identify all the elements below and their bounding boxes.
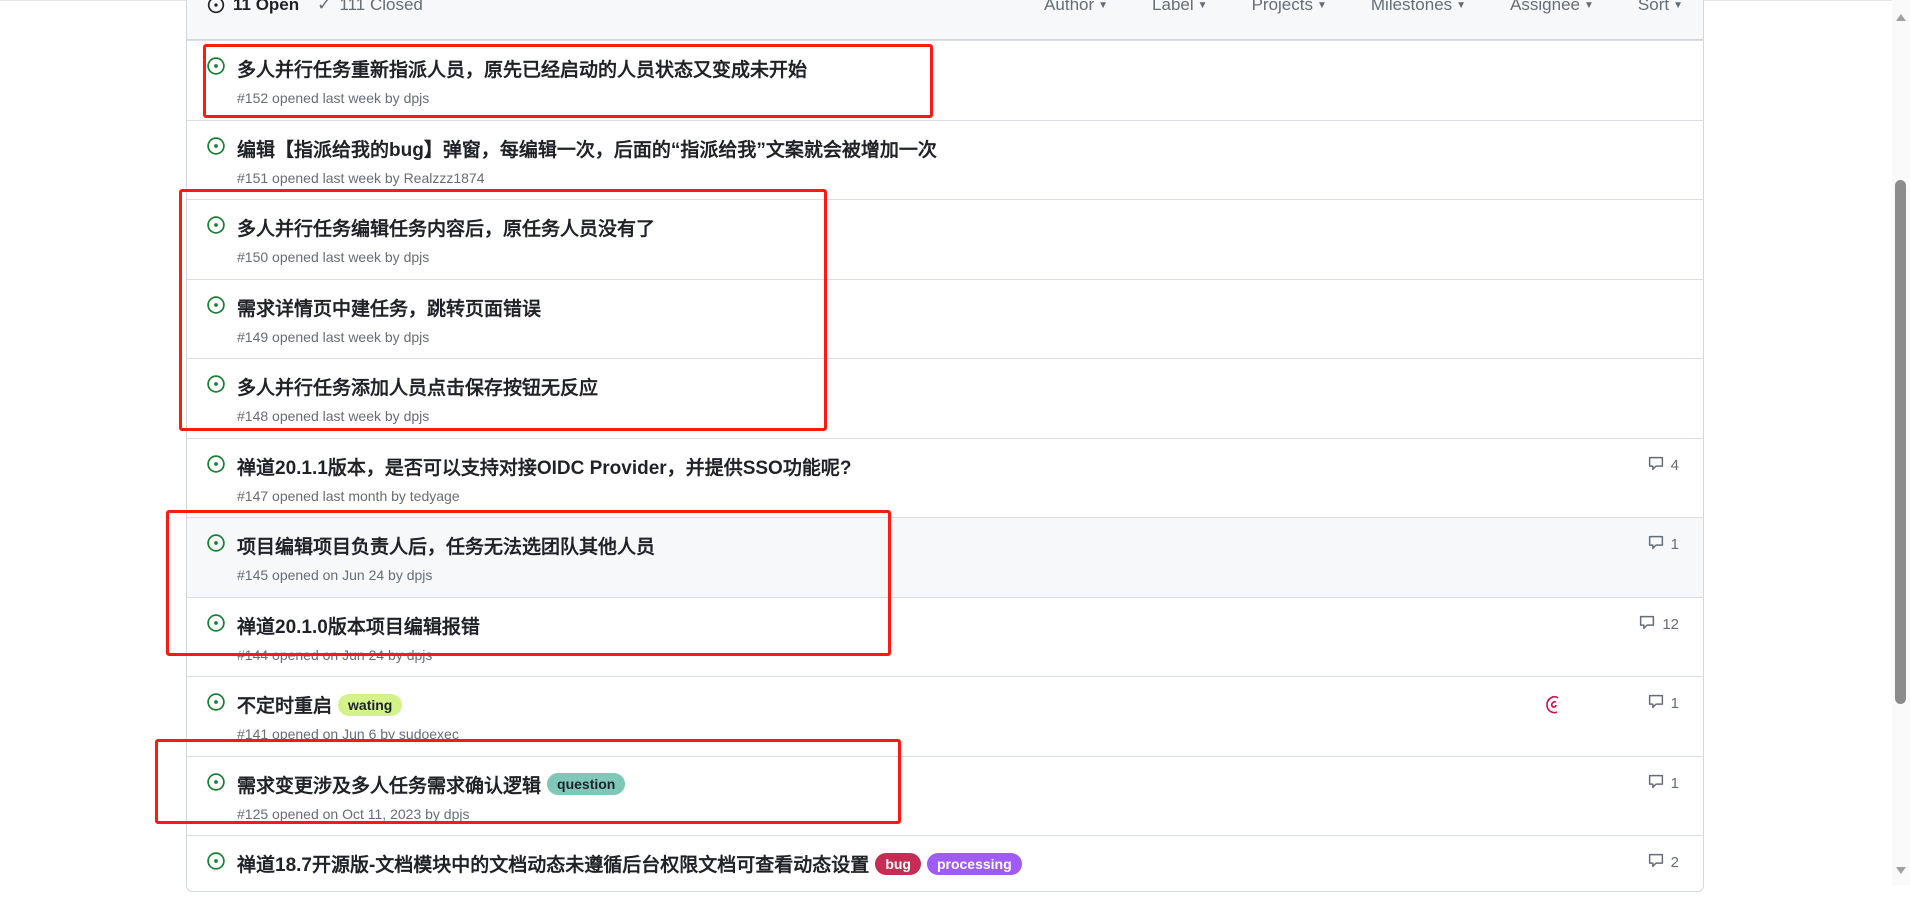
- issue-label[interactable]: processing: [926, 852, 1022, 875]
- comment-count: 1: [1670, 695, 1679, 712]
- filter-dropdown[interactable]: Author ▼: [1044, 0, 1108, 15]
- issue-meta: #148 opened last week by dpjs: [237, 408, 430, 424]
- comment-icon: [1647, 534, 1665, 555]
- issue-row[interactable]: 多人并行任务重新指派人员，原先已经启动的人员状态又变成未开始 #152 open…: [187, 40, 1703, 120]
- closed-issues-tab[interactable]: ✓ 111 Closed: [317, 0, 423, 15]
- issue-open-icon: [207, 772, 225, 791]
- issue-row[interactable]: 编辑【指派给我的bug】弹窗，每编辑一次，后面的“指派给我”文案就会被增加一次 …: [187, 119, 1703, 200]
- issue-open-icon: [207, 693, 225, 711]
- comments-link[interactable]: 4: [1647, 455, 1679, 476]
- issue-open-icon: [207, 136, 225, 155]
- comment-icon: [1647, 852, 1665, 873]
- issue-title-link[interactable]: 多人并行任务添加人员点击保存按钮无反应: [237, 373, 598, 400]
- caret-down-icon: ▼: [1673, 0, 1683, 11]
- comment-icon: [1647, 455, 1665, 476]
- caret-down-icon: ▼: [1316, 0, 1327, 11]
- issue-meta: #150 opened last week by dpjs: [237, 249, 430, 265]
- open-issues-tab[interactable]: 11 Open: [207, 0, 299, 15]
- issue-row[interactable]: 多人并行任务编辑任务内容后，原任务人员没有了 #150 opened last …: [187, 199, 1703, 279]
- issue-meta: #141 opened on Jun 6 by sudoexec: [237, 726, 459, 742]
- comment-icon: [1647, 693, 1665, 714]
- issue-row[interactable]: 禅道20.1.0版本项目编辑报错 #144 opened on Jun 24 b…: [187, 596, 1703, 677]
- issue-label[interactable]: question: [547, 773, 626, 795]
- issue-meta: #147 opened last month by tedyage: [237, 487, 460, 504]
- issue-row[interactable]: 多人并行任务添加人员点击保存按钮无反应 #148 opened last wee…: [187, 358, 1703, 438]
- issue-open-icon: [207, 57, 225, 75]
- issue-open-icon: [207, 295, 225, 314]
- filter-label: Assignee: [1510, 0, 1580, 14]
- issue-meta: #125 opened on Oct 11, 2023 by dpjs: [237, 805, 470, 822]
- issue-title-link[interactable]: 禅道20.1.1版本，是否可以支持对接OIDC Provider，并提供SSO功…: [237, 453, 851, 480]
- issue-title-link[interactable]: 编辑【指派给我的bug】弹窗，每编辑一次，后面的“指派给我”文案就会被增加一次: [237, 135, 937, 162]
- filter-label: Label: [1152, 0, 1194, 14]
- issue-open-icon: [207, 0, 225, 14]
- issue-open-icon: [207, 534, 225, 552]
- issue-row[interactable]: 需求详情页中建任务，跳转页面错误 #149 opened last week b…: [187, 278, 1703, 359]
- issue-title-link[interactable]: 多人并行任务重新指派人员，原先已经启动的人员状态又变成未开始: [237, 55, 807, 82]
- filter-dropdown[interactable]: Label ▼: [1152, 0, 1208, 15]
- comment-count: 4: [1670, 456, 1679, 474]
- comment-icon: [1647, 773, 1665, 794]
- closed-count: 111 Closed: [339, 0, 423, 14]
- issue-title-link[interactable]: 禅道18.7开源版-文档模块中的文档动态未遵循后台权限文档可查看动态设置: [237, 850, 869, 877]
- comments-link[interactable]: 1: [1647, 773, 1679, 794]
- issue-open-icon: [207, 375, 225, 393]
- comment-count: 12: [1662, 615, 1679, 633]
- issue-title-link[interactable]: 需求变更涉及多人任务需求确认逻辑: [237, 771, 541, 798]
- filter-dropdown[interactable]: Milestones ▼: [1371, 0, 1466, 15]
- issue-row[interactable]: 需求变更涉及多人任务需求确认逻辑 question #125 opened on …: [187, 755, 1703, 836]
- comments-link[interactable]: 2: [1647, 852, 1679, 873]
- issue-title-link[interactable]: 需求详情页中建任务，跳转页面错误: [237, 294, 541, 321]
- issue-meta: #152 opened last week by dpjs: [237, 90, 430, 106]
- issue-title-link[interactable]: 多人并行任务编辑任务内容后，原任务人员没有了: [237, 214, 655, 241]
- filter-label: Sort: [1637, 0, 1670, 14]
- caret-down-icon: ▼: [1098, 0, 1109, 11]
- comment-icon: [1638, 614, 1656, 635]
- issue-row[interactable]: 禅道18.7开源版-文档模块中的文档动态未遵循后台权限文档可查看动态设置 bug p…: [187, 835, 1703, 915]
- comment-count: 2: [1670, 854, 1679, 871]
- issue-open-icon: [207, 852, 225, 870]
- issue-meta: #149 opened last week by dpjs: [237, 328, 430, 345]
- issue-open-icon: [207, 613, 225, 632]
- issue-title-link[interactable]: 不定时重启: [237, 691, 332, 718]
- filter-label: Projects: [1251, 0, 1313, 14]
- filter-dropdown[interactable]: Projects ▼: [1252, 0, 1327, 15]
- issues-list-header: 11 Open ✓ 111 Closed Author ▼ Label ▼ Projec…: [187, 0, 1703, 40]
- filter-label: Milestones: [1370, 0, 1453, 14]
- comments-link[interactable]: 1: [1647, 534, 1679, 555]
- issue-title-link[interactable]: 禅道20.1.0版本项目编辑报错: [237, 612, 480, 639]
- caret-down-icon: ▼: [1197, 0, 1208, 11]
- check-icon: ✓: [317, 0, 332, 14]
- scrollbar-thumb[interactable]: [1895, 180, 1906, 704]
- filter-dropdown[interactable]: Assignee ▼: [1510, 0, 1594, 15]
- comments-link[interactable]: 12: [1638, 614, 1679, 635]
- vertical-scrollbar[interactable]: [1892, 0, 1910, 885]
- issue-meta: #151 opened last week by Realzzz1874: [237, 169, 485, 186]
- scroll-up-arrow-icon[interactable]: [1896, 14, 1906, 21]
- comment-count: 1: [1670, 774, 1679, 792]
- comment-count: 1: [1670, 536, 1679, 553]
- debian-avatar-icon[interactable]: [1544, 694, 1564, 716]
- filter-label: Author: [1044, 0, 1095, 14]
- filter-dropdown[interactable]: Sort ▼: [1638, 0, 1683, 15]
- issue-open-icon: [207, 454, 225, 473]
- caret-down-icon: ▼: [1456, 0, 1467, 11]
- issue-row[interactable]: 项目编辑项目负责人后，任务无法选团队其他人员 #145 opened on Ju…: [187, 517, 1703, 597]
- issue-label[interactable]: bug: [875, 852, 921, 875]
- issue-row[interactable]: 不定时重启 wating #141 opened on Jun 6 by sudo…: [187, 676, 1703, 756]
- caret-down-icon: ▼: [1584, 0, 1594, 11]
- issue-title-link[interactable]: 项目编辑项目负责人后，任务无法选团队其他人员: [237, 532, 655, 559]
- issue-open-icon: [207, 216, 225, 234]
- issue-row[interactable]: 禅道20.1.1版本，是否可以支持对接OIDC Provider，并提供SSO功…: [187, 437, 1703, 518]
- issue-label[interactable]: wating: [338, 693, 403, 716]
- issue-meta: #145 opened on Jun 24 by dpjs: [237, 567, 433, 583]
- comments-link[interactable]: 1: [1647, 693, 1679, 714]
- open-count: 11 Open: [233, 0, 300, 14]
- issue-meta: #144 opened on Jun 24 by dpjs: [237, 646, 433, 663]
- scroll-down-arrow-icon[interactable]: [1896, 867, 1906, 874]
